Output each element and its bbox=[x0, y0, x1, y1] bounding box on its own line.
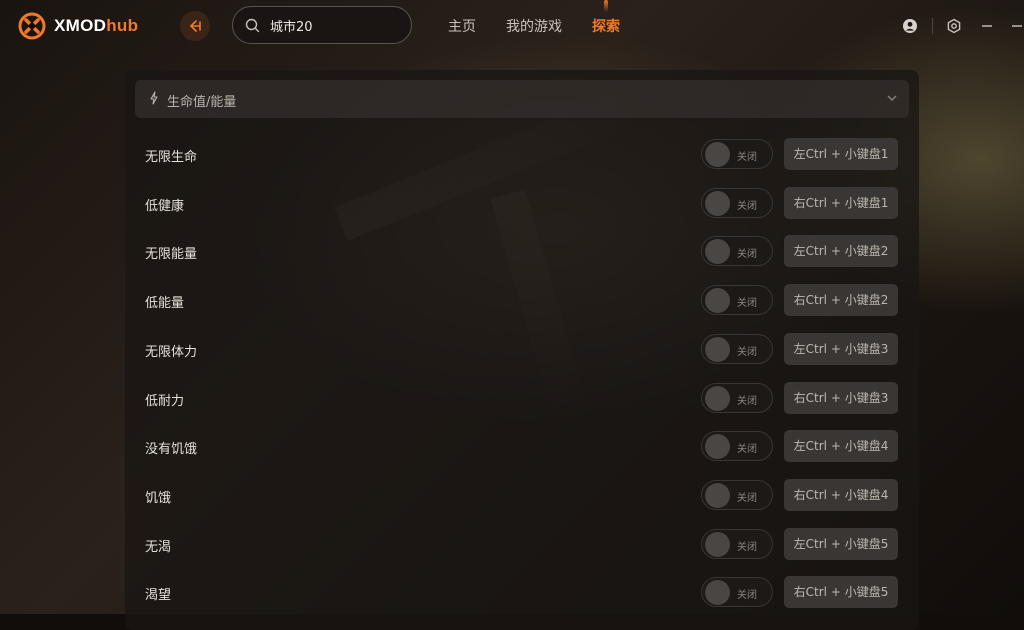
toggle-state-label: 关闭 bbox=[737, 152, 757, 163]
hotkey-button[interactable]: 右Ctrl + 小键盘4 bbox=[784, 478, 898, 511]
cheat-label: 无限生命 bbox=[145, 150, 198, 165]
cheat-label: 无限体力 bbox=[145, 344, 198, 360]
cheat-label: 无渴 bbox=[145, 539, 172, 555]
hotkey-button[interactable]: 右Ctrl + 小键盘2 bbox=[784, 284, 898, 317]
cheat-label: 饥饿 bbox=[145, 490, 172, 506]
toggle-knob bbox=[705, 434, 730, 460]
toggle-knob bbox=[705, 142, 730, 167]
toggle-knob bbox=[705, 288, 730, 314]
cheat-row: 低健康 关闭 右Ctrl + 小键盘1 bbox=[125, 184, 919, 224]
cheat-toggle[interactable]: 关闭 bbox=[701, 577, 773, 608]
hotkey-button[interactable]: 左Ctrl + 小键盘2 bbox=[784, 235, 898, 268]
toggle-state-label: 关闭 bbox=[737, 346, 757, 358]
search-input[interactable] bbox=[268, 16, 392, 34]
cheat-toggle[interactable]: 关闭 bbox=[701, 285, 773, 316]
cheat-toggle[interactable]: 关闭 bbox=[701, 382, 773, 413]
cheat-label: 低能量 bbox=[145, 296, 185, 312]
cheat-row: 低耐力 关闭 右Ctrl + 小键盘3 bbox=[125, 379, 919, 419]
arrow-left-icon bbox=[190, 20, 201, 32]
toggle-knob bbox=[705, 385, 730, 411]
user-account-button[interactable] bbox=[901, 17, 919, 35]
cheat-toggle[interactable]: 关闭 bbox=[701, 139, 773, 169]
xmod-logo-icon bbox=[18, 12, 46, 40]
hotkey-button[interactable]: 右Ctrl + 小键盘5 bbox=[784, 576, 898, 609]
toggle-state-label: 关闭 bbox=[737, 590, 757, 602]
section-title: 生命值/能量 bbox=[167, 95, 237, 110]
cheat-row: 无渴 关闭 左Ctrl + 小键盘5 bbox=[125, 525, 919, 565]
cheat-toggle[interactable]: 关闭 bbox=[701, 528, 773, 559]
toggle-knob bbox=[705, 190, 730, 216]
minimize-icon bbox=[982, 25, 992, 27]
cheat-toggle[interactable]: 关闭 bbox=[701, 333, 773, 364]
cheat-row: 渴望 关闭 右Ctrl + 小键盘5 bbox=[125, 573, 919, 613]
cheat-row: 无限生命 关闭 左Ctrl + 小键盘1 bbox=[125, 135, 919, 175]
cheat-label: 无限能量 bbox=[145, 247, 198, 263]
maximize-icon bbox=[1012, 25, 1022, 27]
app-logo[interactable]: XMODhub bbox=[18, 12, 138, 40]
cheat-toggle[interactable]: 关闭 bbox=[701, 187, 773, 218]
cheat-label: 低耐力 bbox=[145, 393, 185, 409]
section-header[interactable]: 生命值/能量 bbox=[135, 80, 909, 118]
top-bar: XMODhub 主页 我的游戏 探索 bbox=[0, 0, 1024, 52]
search-icon bbox=[245, 18, 260, 32]
hotkey-button[interactable]: 右Ctrl + 小键盘3 bbox=[784, 381, 898, 414]
hotkey-button[interactable]: 左Ctrl + 小键盘1 bbox=[784, 138, 898, 170]
cheats-panel: 生命值/能量 无限生命 关闭 左Ctrl + 小键盘1 低健康 关闭 右Ctrl… bbox=[125, 70, 919, 630]
hotkey-button[interactable]: 左Ctrl + 小键盘3 bbox=[784, 332, 898, 365]
toggle-state-label: 关闭 bbox=[737, 395, 757, 407]
toggle-state-label: 关闭 bbox=[737, 249, 757, 261]
cheat-label: 渴望 bbox=[145, 588, 172, 604]
toggle-knob bbox=[705, 336, 730, 362]
cheat-row: 饥饿 关闭 右Ctrl + 小键盘4 bbox=[125, 476, 919, 516]
back-button[interactable] bbox=[180, 11, 210, 41]
gear-icon bbox=[947, 18, 961, 34]
toggle-state-label: 关闭 bbox=[737, 200, 757, 212]
nav-explore[interactable]: 探索 bbox=[592, 16, 620, 36]
cheat-label: 没有饥饿 bbox=[145, 442, 198, 458]
user-icon bbox=[903, 19, 917, 33]
nav-active-indicator bbox=[604, 0, 608, 12]
cheat-row: 没有饥饿 关闭 左Ctrl + 小键盘4 bbox=[125, 427, 919, 467]
hotkey-button[interactable]: 左Ctrl + 小键盘4 bbox=[784, 430, 898, 463]
cheat-toggle[interactable]: 关闭 bbox=[701, 479, 773, 510]
cheat-row: 无限能量 关闭 左Ctrl + 小键盘2 bbox=[125, 232, 919, 272]
app-name: XMODhub bbox=[54, 16, 139, 35]
lightning-icon bbox=[150, 91, 158, 105]
nav-my-games[interactable]: 我的游戏 bbox=[506, 16, 562, 36]
toggle-state-label: 关闭 bbox=[737, 444, 757, 456]
toggle-knob bbox=[705, 580, 730, 606]
hotkey-button[interactable]: 右Ctrl + 小键盘1 bbox=[784, 186, 898, 219]
divider bbox=[932, 18, 933, 34]
cheat-label: 低健康 bbox=[145, 198, 185, 214]
toggle-knob bbox=[705, 531, 730, 557]
toggle-state-label: 关闭 bbox=[737, 298, 757, 310]
chevron-down-icon[interactable] bbox=[887, 94, 897, 102]
minimize-button[interactable] bbox=[978, 17, 996, 35]
cheat-toggle[interactable]: 关闭 bbox=[701, 431, 773, 462]
nav-home[interactable]: 主页 bbox=[448, 16, 476, 36]
toggle-knob bbox=[705, 239, 730, 265]
search-box[interactable] bbox=[232, 6, 412, 44]
hotkey-button[interactable]: 左Ctrl + 小键盘5 bbox=[784, 527, 898, 560]
cheat-row: 低能量 关闭 右Ctrl + 小键盘2 bbox=[125, 281, 919, 321]
toggle-state-label: 关闭 bbox=[737, 541, 757, 553]
maximize-button[interactable] bbox=[1008, 17, 1024, 35]
settings-button[interactable] bbox=[945, 17, 963, 35]
cheat-toggle[interactable]: 关闭 bbox=[701, 236, 773, 267]
toggle-state-label: 关闭 bbox=[737, 492, 757, 504]
toggle-knob bbox=[705, 482, 730, 508]
cheat-row: 无限体力 关闭 左Ctrl + 小键盘3 bbox=[125, 330, 919, 370]
